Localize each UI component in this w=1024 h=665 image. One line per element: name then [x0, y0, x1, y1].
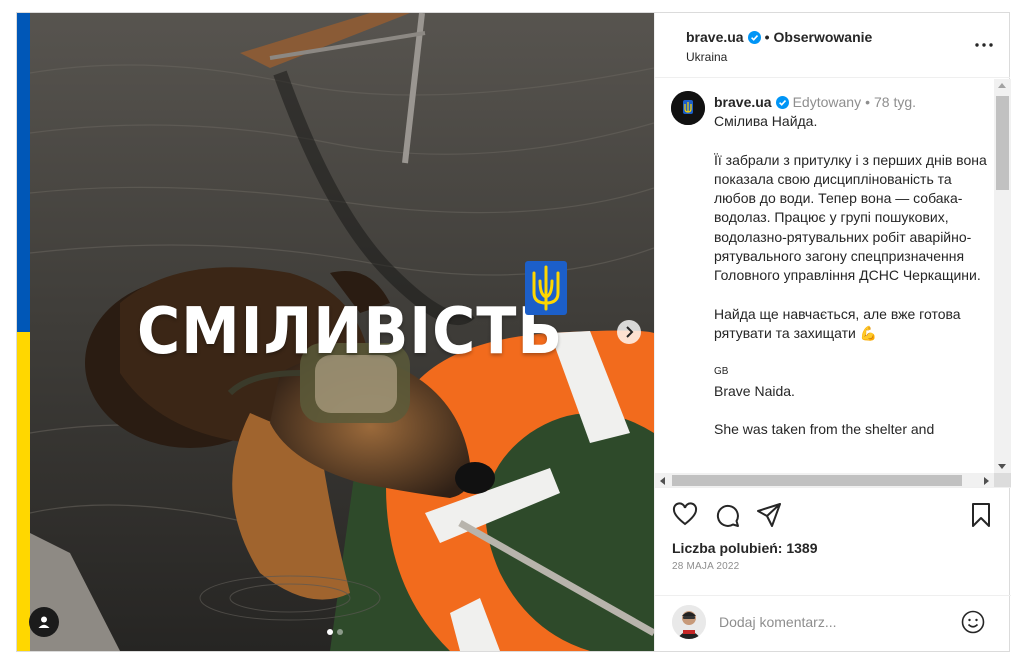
caption-edited: Edytowany: [792, 94, 862, 110]
heart-icon[interactable]: [671, 501, 699, 529]
header-location[interactable]: Ukraina: [686, 50, 727, 64]
caption-line: Її забрали з притулку і з перших днів во…: [714, 151, 987, 284]
trident-icon: [525, 261, 567, 315]
comment-icon[interactable]: [713, 501, 741, 529]
scrollbar-thumb[interactable]: [996, 96, 1009, 190]
verified-icon: [775, 96, 789, 110]
caption-text: brave.ua Edytowany • 78 tyg. Смілива Най…: [714, 93, 994, 439]
verified-icon: [747, 30, 761, 44]
header-separator: •: [764, 29, 770, 45]
vertical-scrollbar[interactable]: [994, 79, 1011, 473]
carousel-dots: [327, 629, 343, 635]
scroll-down-icon[interactable]: [998, 464, 1006, 469]
caption-area[interactable]: brave.ua Edytowany • 78 tyg. Смілива Най…: [655, 79, 1011, 488]
carousel-dot-active: [327, 629, 333, 635]
emoji-icon[interactable]: [961, 610, 985, 634]
flag-stripe-yellow: [17, 332, 30, 651]
carousel-dot: [337, 629, 343, 635]
flag-stripe-blue: [17, 13, 30, 332]
scroll-up-icon[interactable]: [998, 83, 1006, 88]
post-header: brave.ua • Obserwowanie Ukraina: [655, 13, 1010, 78]
overlay-title: СМІЛИВІСТЬ: [137, 295, 564, 369]
post-media[interactable]: СМІЛИВІСТЬ: [17, 13, 654, 651]
caption-separator: •: [865, 94, 870, 110]
more-icon[interactable]: [972, 33, 996, 57]
comment-input[interactable]: [719, 610, 939, 634]
bookmark-icon[interactable]: [967, 501, 995, 529]
horizontal-scrollbar[interactable]: [655, 473, 994, 487]
caption-line: Brave Naida.: [714, 382, 795, 399]
post-sidebar: brave.ua • Obserwowanie Ukraina brave.ua…: [654, 13, 1011, 651]
header-username[interactable]: brave.ua: [686, 29, 744, 45]
share-icon[interactable]: [755, 501, 783, 529]
caption-line: Найда ще навчається, але вже готова ряту…: [714, 305, 961, 341]
scrollbar-corner: [994, 473, 1011, 487]
comment-bar: [655, 595, 1011, 651]
post-date[interactable]: 28 MAJA 2022: [672, 561, 739, 572]
user-tag-icon[interactable]: [29, 607, 59, 637]
avatar[interactable]: [671, 91, 705, 125]
caption-line: GB: [714, 366, 729, 378]
post-container: СМІЛИВІСТЬ brave.ua • Obserwowanie Ukrai…: [16, 12, 1011, 652]
caption-line: Смілива Найда.: [714, 113, 818, 130]
like-count[interactable]: Liczba polubień: 1389: [672, 540, 817, 556]
next-arrow-icon[interactable]: [617, 320, 641, 344]
caption-line: She was taken from the shelter and: [714, 420, 935, 437]
avatar[interactable]: [672, 605, 706, 639]
follow-button[interactable]: Obserwowanie: [774, 29, 873, 45]
caption-time[interactable]: 78 tyg.: [874, 93, 916, 112]
scroll-left-icon[interactable]: [660, 477, 665, 485]
caption-username[interactable]: brave.ua: [714, 93, 772, 112]
action-bar: [655, 501, 1011, 533]
scroll-right-icon[interactable]: [984, 477, 989, 485]
scrollbar-thumb[interactable]: [672, 475, 962, 486]
